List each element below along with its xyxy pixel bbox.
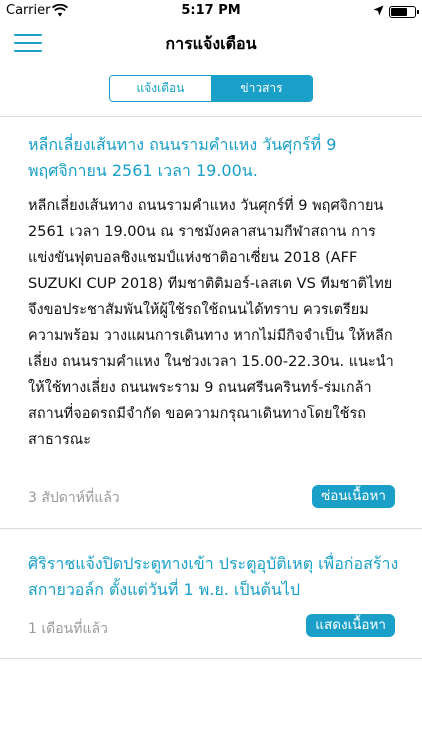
tab-notifications[interactable]: แจ้งเตือน — [110, 76, 211, 101]
divider — [0, 116, 422, 117]
tab-news[interactable]: ข่าวสาร — [211, 76, 312, 101]
nav-bar: การแจ้งเตือน — [0, 22, 422, 66]
location-arrow-icon — [373, 5, 384, 16]
show-content-button[interactable]: แสดงเนื้อหา — [306, 614, 395, 637]
status-bar: Carrier 5:17 PM — [0, 0, 422, 22]
divider — [0, 528, 422, 529]
page-title: การแจ้งเตือน — [165, 34, 257, 53]
divider — [0, 658, 422, 659]
hide-content-button[interactable]: ซ่อนเนื้อหา — [312, 485, 395, 508]
news-item-time: 3 สัปดาห์ที่แล้ว — [28, 490, 120, 506]
battery-icon — [389, 6, 419, 18]
segmented-tabs: แจ้งเตือน ข่าวสาร — [109, 75, 313, 102]
news-item-body: หลีกเลี่ยงเส้นทาง ถนนรามคำแหง วันศุกร์ที… — [28, 198, 394, 448]
news-item-title[interactable]: ศิริราชแจ้งปิดประตูทางเข้า ประตูอุบัติเห… — [28, 551, 400, 603]
clock: 5:17 PM — [181, 3, 241, 18]
news-item-title[interactable]: หลีกเลี่ยงเส้นทาง ถนนรามคำแหง วันศุกร์ที… — [28, 132, 400, 184]
news-item-time: 1 เดือนที่แล้ว — [28, 621, 108, 637]
